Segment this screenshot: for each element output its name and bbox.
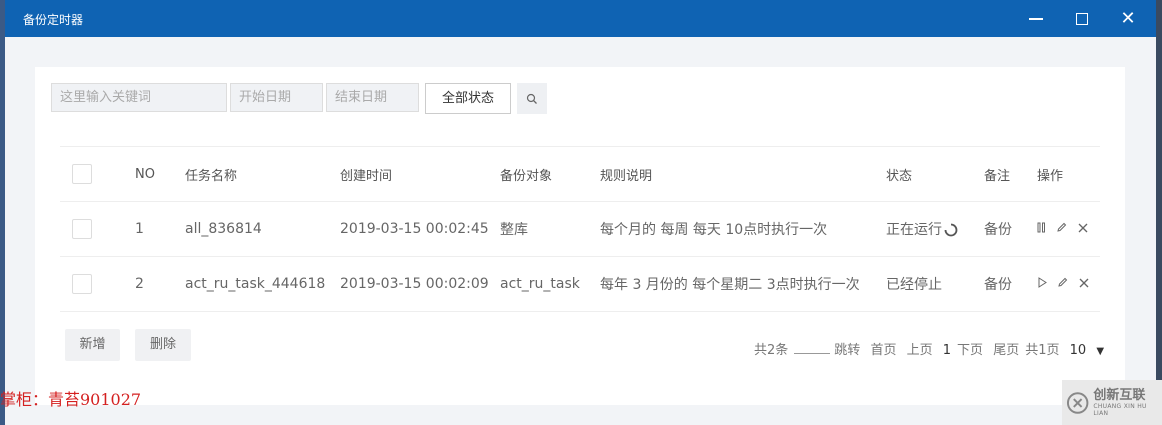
backup-scheduler-window: 备份定时器 ✕ 全部状态 (5, 0, 1156, 425)
title-bar[interactable]: 备份定时器 ✕ (5, 0, 1156, 37)
desktop-edge-right (1156, 0, 1162, 425)
start-date-input[interactable] (230, 83, 323, 112)
status-text: 正在运行 (886, 222, 942, 238)
page-jump-input[interactable] (794, 343, 831, 354)
cell-rule: 每年 3 月份的 每个星期二 3点时执行一次 (600, 256, 886, 312)
pager-first[interactable]: 首页 (870, 343, 896, 358)
task-table: NO 任务名称 创建时间 备份对象 规则说明 状态 备注 操作 1 all_83… (60, 146, 1100, 312)
edit-icon[interactable] (1057, 276, 1068, 292)
logo-cn-text: 创新互联 (1093, 388, 1146, 403)
status-select[interactable]: 全部状态 (425, 83, 511, 114)
pager-pages: 共1页 (1025, 343, 1060, 358)
add-button[interactable]: 新增 (65, 329, 120, 361)
select-all-checkbox[interactable] (72, 164, 92, 184)
pager-next[interactable]: 下页 (957, 343, 983, 358)
header-status: 状态 (886, 146, 984, 202)
header-actions: 操作 (1037, 146, 1100, 202)
header-created: 创建时间 (340, 146, 500, 202)
minimize-icon (1029, 17, 1043, 20)
header-rule: 规则说明 (600, 146, 886, 202)
pager-current: 1 (942, 343, 952, 358)
header-target: 备份对象 (500, 146, 600, 202)
cell-target: act_ru_task (500, 256, 600, 312)
pager-prev[interactable]: 上页 (907, 343, 933, 358)
content-card: 全部状态 NO 任务名称 创建时间 备份对象 规则说明 状态 (35, 67, 1125, 405)
cell-status: 正在运行 (886, 201, 984, 257)
cell-created: 2019-03-15 00:02:09 (340, 256, 500, 312)
header-task-name: 任务名称 (185, 146, 340, 202)
delete-icon[interactable] (1078, 221, 1088, 237)
minimize-button[interactable] (1013, 0, 1059, 37)
pager-jump[interactable]: 跳转 (834, 343, 860, 358)
maximize-icon (1076, 12, 1088, 25)
play-icon[interactable] (1037, 276, 1047, 292)
pagination: 共2条 跳转 首页 上页 1 下页 尾页 共1页 10 ▼ (754, 339, 1116, 358)
cell-note: 备份 (984, 256, 1037, 312)
close-icon: ✕ (1120, 8, 1136, 29)
row-checkbox[interactable] (72, 219, 92, 239)
window-title: 备份定时器 (23, 13, 84, 27)
cell-target: 整库 (500, 201, 600, 257)
watermark-text: 掌柜：青苔901027 (0, 390, 142, 409)
table-header: NO 任务名称 创建时间 备份对象 规则说明 状态 备注 操作 (60, 146, 1100, 202)
page-size-select[interactable]: 10 ▼ (1070, 343, 1110, 358)
cell-no: 1 (135, 201, 185, 257)
pause-icon[interactable] (1037, 221, 1046, 237)
cell-rule: 每个月的 每周 每天 10点时执行一次 (600, 201, 886, 257)
cell-actions (1037, 201, 1100, 257)
keyword-input[interactable] (51, 83, 227, 112)
table-row[interactable]: 1 all_836814 2019-03-15 00:02:45 整库 每个月的… (60, 201, 1100, 257)
search-button[interactable] (517, 83, 547, 114)
cell-status: 已经停止 (886, 256, 984, 312)
search-icon (526, 93, 537, 104)
close-button[interactable]: ✕ (1105, 0, 1151, 37)
logo-icon (1066, 391, 1089, 414)
page-size-value: 10 (1069, 343, 1087, 358)
edit-icon[interactable] (1056, 221, 1067, 237)
delete-icon[interactable] (1079, 276, 1089, 292)
cell-task-name: act_ru_task_444618 (185, 256, 340, 312)
pager-last[interactable]: 尾页 (993, 343, 1019, 358)
delete-button[interactable]: 删除 (135, 329, 191, 361)
caret-down-icon: ▼ (1096, 346, 1105, 357)
cell-created: 2019-03-15 00:02:45 (340, 201, 500, 257)
pager-total: 共2条 (754, 343, 789, 358)
logo-en-text: CHUANG XIN HU LIAN (1093, 403, 1147, 417)
table-row[interactable]: 2 act_ru_task_444618 2019-03-15 00:02:09… (60, 256, 1100, 312)
end-date-input[interactable] (326, 83, 419, 112)
cell-task-name: all_836814 (185, 201, 340, 257)
brand-logo: 创新互联 CHUANG XIN HU LIAN (1062, 380, 1162, 425)
cell-actions (1037, 256, 1100, 312)
loading-spinner-icon (944, 223, 958, 237)
row-checkbox[interactable] (72, 274, 92, 294)
cell-note: 备份 (984, 201, 1037, 257)
cell-no: 2 (135, 256, 185, 312)
header-no: NO (135, 146, 185, 202)
header-note: 备注 (984, 146, 1037, 202)
maximize-button[interactable] (1059, 0, 1105, 37)
